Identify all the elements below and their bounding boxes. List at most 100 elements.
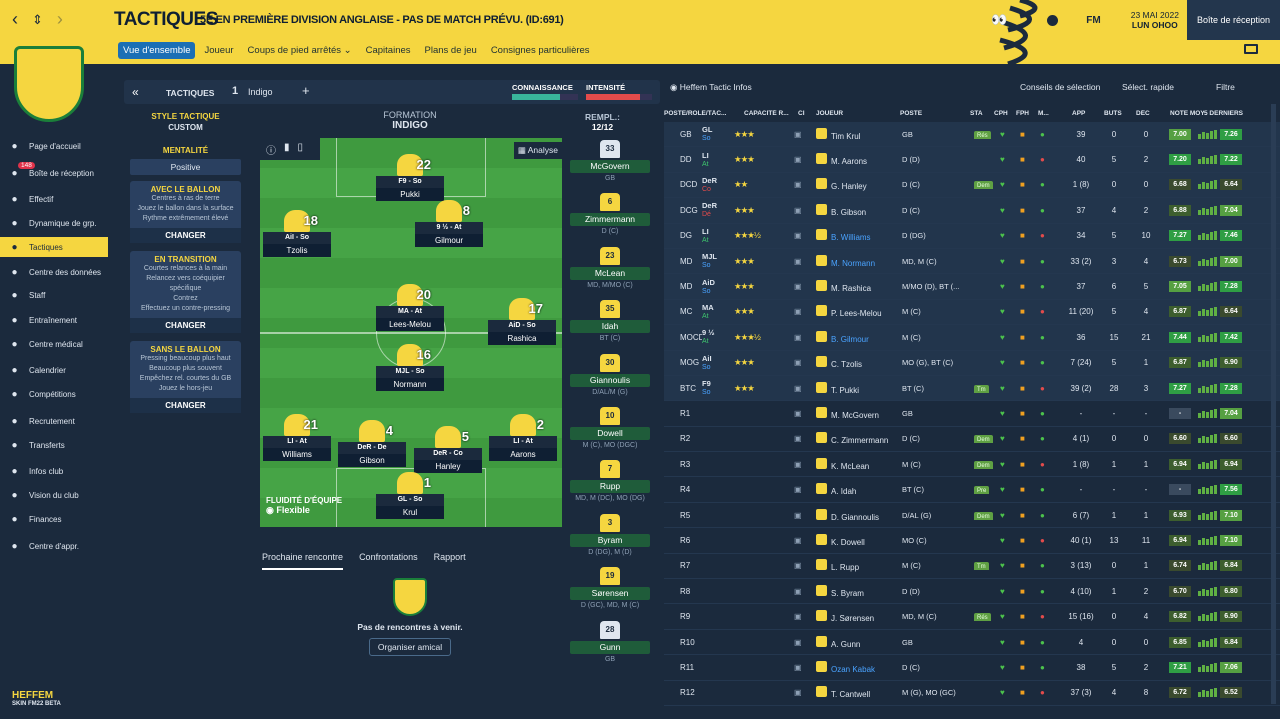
player-name-cell[interactable]: K. McLean	[816, 457, 902, 471]
player-role[interactable]: MJL - So	[376, 366, 444, 378]
table-row[interactable]: R8 ▣ S. Byram D (D) ♥ ■ ● 4 (10) 1 2 6.70 6.80	[664, 579, 1280, 605]
instructions-icon[interactable]: ▣	[794, 612, 816, 621]
table-row[interactable]: R1 ▣ M. McGovern GB ♥ ■ ● - - - - 7.04	[664, 401, 1280, 427]
sidebar-item-7[interactable]: ● Entraînement	[0, 310, 108, 330]
instructions-icon[interactable]: ▣	[794, 130, 816, 139]
sidebar-item-6[interactable]: ● Staff	[0, 285, 108, 305]
player-name[interactable]: B. Williams	[831, 233, 871, 242]
player-name-cell[interactable]: B. Gilmour	[816, 330, 902, 344]
table-row[interactable]: R7 ▣ L. Rupp M (C) Tm ♥ ■ ● 3 (13) 0 1 6.74 6.84	[664, 554, 1280, 580]
table-row[interactable]: R11 ▣ Ozan Kabak D (C) ♥ ■ ● 38 5 2 7.21 7.06	[664, 655, 1280, 681]
player-name[interactable]: Aarons	[489, 448, 557, 461]
sidebar-item-2[interactable]: ● Effectif	[0, 189, 108, 209]
filter-button[interactable]: Filtre	[1216, 82, 1235, 92]
table-row[interactable]: R12 ▣ T. Cantwell M (G), MO (GC) ♥ ■ ● 37 (3) 4 8…	[664, 681, 1280, 706]
table-row[interactable]: R4 ▣ A. Idah BT (C) Pre ♥ ■ ● - - - - 7.56	[664, 477, 1280, 503]
sub-name[interactable]: Dowell	[570, 426, 650, 440]
player-role[interactable]: F9 - So	[376, 176, 444, 188]
column-header[interactable]: POSTE/RÔLE/TÂC...	[664, 110, 744, 117]
instructions-icon[interactable]: ▣	[794, 587, 816, 596]
sidebar-item-14[interactable]: ● Vision du club	[0, 485, 108, 505]
sub-name[interactable]: Sørensen	[570, 587, 650, 601]
instructions-icon[interactable]: ▣	[794, 409, 816, 418]
instructions-icon[interactable]: ▣	[794, 231, 816, 240]
player-role[interactable]: DeR - De	[338, 442, 406, 454]
column-header[interactable]: POSTE	[900, 110, 970, 117]
sidebar-item-10[interactable]: ● Compétitions	[0, 384, 108, 404]
selection-advice-button[interactable]: Conseils de sélection	[1020, 82, 1100, 92]
player-name[interactable]: Gilmour	[415, 234, 483, 247]
sub-name[interactable]: Idah	[570, 320, 650, 334]
binoculars-icon[interactable]: 👀	[991, 12, 1007, 28]
sidebar-item-8[interactable]: ● Centre médical	[0, 334, 108, 354]
add-tactic-button[interactable]: +	[302, 83, 310, 98]
player-name[interactable]: Tim Krul	[831, 132, 860, 141]
instructions-icon[interactable]: ▣	[794, 155, 816, 164]
pitch-player[interactable]: 8 9 ½ - At Gilmour	[415, 200, 483, 247]
row-role[interactable]: MJL So	[702, 252, 734, 270]
sub-player[interactable]: 19 Sørensen D (GC), MD, M (C)	[570, 567, 650, 620]
tactic-select[interactable]: Indigo	[248, 87, 273, 97]
player-role[interactable]: AiI - So	[263, 232, 331, 244]
player-role[interactable]: AiD - So	[488, 320, 556, 332]
back-icon[interactable]: ‹	[12, 9, 18, 30]
sub-player[interactable]: 35 Idah BT (C)	[570, 300, 650, 353]
player-name[interactable]: Ozan Kabak	[831, 665, 875, 674]
column-header[interactable]: NOTE MOY	[1170, 110, 1204, 117]
table-row[interactable]: MOCD 9 ½ At ★★★½ ▣ B. Gilmour M (C) ♥ ■ ● 36 15 21 7.…	[664, 325, 1280, 351]
player-name-cell[interactable]: M. McGovern	[816, 406, 902, 420]
sub-player[interactable]: 10 Dowell M (C), MO (DGC)	[570, 406, 650, 460]
tab-1[interactable]: Joueur	[199, 42, 238, 59]
player-name-cell[interactable]: B. Williams	[816, 229, 902, 242]
player-name-cell[interactable]: Ozan Kabak	[816, 660, 902, 674]
instructions-icon[interactable]: ▣	[794, 434, 816, 443]
sidebar-item-4[interactable]: ● Tactiques	[0, 237, 108, 257]
player-role[interactable]: MA - At	[376, 306, 444, 318]
row-role[interactable]: AiI So	[702, 354, 734, 372]
player-name-cell[interactable]: A. Idah	[816, 483, 902, 496]
pitch-player[interactable]: 17 AiD - So Rashica	[488, 298, 556, 345]
sidebar-item-16[interactable]: ● Centre d'appr.	[0, 536, 108, 556]
player-name-cell[interactable]: M. Rashica	[816, 280, 902, 293]
sidebar-item-3[interactable]: ● Dynamique de grp.	[0, 213, 108, 233]
pitch-player[interactable]: 5 DeR - Co Hanley	[414, 426, 482, 473]
sidebar-item-15[interactable]: ● Finances	[0, 509, 108, 529]
sub-player[interactable]: 23 McLean MD, M/MO (C)	[570, 246, 650, 300]
table-row[interactable]: R3 ▣ K. McLean M (C) Dem ♥ ■ ● 1 (8) 1 1 6.94 6.94	[664, 452, 1280, 478]
column-header[interactable]: DÉC	[1136, 110, 1170, 117]
club-icon[interactable]	[1047, 14, 1059, 26]
quick-select-button[interactable]: Sélect. rapide	[1122, 82, 1174, 92]
player-name[interactable]: Rashica	[488, 332, 556, 345]
player-name-cell[interactable]: L. Rupp	[816, 559, 902, 572]
sub-player[interactable]: 6 Zimmermann D (C)	[570, 193, 650, 246]
tab-3[interactable]: Capitaines	[361, 42, 416, 59]
player-name[interactable]: L. Rupp	[831, 563, 859, 572]
sub-name[interactable]: Zimmermann	[570, 213, 650, 227]
table-row[interactable]: MD AiD So ★★★ ▣ M. Rashica M/MO (D), BT (... ♥ ■…	[664, 274, 1280, 300]
player-name[interactable]: M. Normann	[831, 259, 875, 268]
table-row[interactable]: MOG AiI So ★★★ ▣ C. Tzolis MO (G), BT (C) ♥ ■ ● 7 …	[664, 350, 1280, 376]
table-row[interactable]: R2 ▣ C. Zimmermann D (C) Dem ♥ ■ ● 4 (1) 0 0 6.60 6.…	[664, 427, 1280, 453]
table-row[interactable]: DCG DeR Dé ★★★ ▣ B. Gibson D (C) ♥ ■ ● 37 4 2 6.88 7.0…	[664, 198, 1280, 224]
player-name[interactable]: T. Pukki	[831, 386, 859, 395]
match-tab-1[interactable]: Confrontations	[359, 552, 418, 570]
pitch-player[interactable]: 20 MA - At Lees-Melou	[376, 284, 444, 331]
instructions-icon[interactable]: ▣	[794, 257, 816, 266]
instructions-icon[interactable]: ▣	[794, 358, 816, 367]
player-name[interactable]: J. Sørensen	[831, 614, 874, 623]
player-name-cell[interactable]: B. Gibson	[816, 203, 902, 217]
player-name-cell[interactable]: Tim Krul	[816, 127, 902, 141]
player-name[interactable]: Williams	[263, 448, 331, 461]
forward-icon[interactable]: ›	[57, 9, 63, 30]
sub-player[interactable]: 30 Giannoulis D/AL/M (G)	[570, 353, 650, 407]
instructions-icon[interactable]: ▣	[794, 638, 816, 647]
player-name-cell[interactable]: K. Dowell	[816, 533, 902, 547]
table-scrollbar[interactable]	[1271, 104, 1276, 704]
row-role[interactable]: MA At	[702, 303, 734, 321]
player-role[interactable]: 9 ½ - At	[415, 222, 483, 234]
sidebar-item-9[interactable]: ● Calendrier	[0, 360, 108, 380]
instructions-icon[interactable]: ▣	[794, 206, 816, 215]
instructions-icon[interactable]: ▣	[794, 180, 816, 189]
column-header[interactable]: JOUEUR	[816, 110, 900, 117]
analyse-button[interactable]: ▦ Analyse	[513, 142, 562, 159]
